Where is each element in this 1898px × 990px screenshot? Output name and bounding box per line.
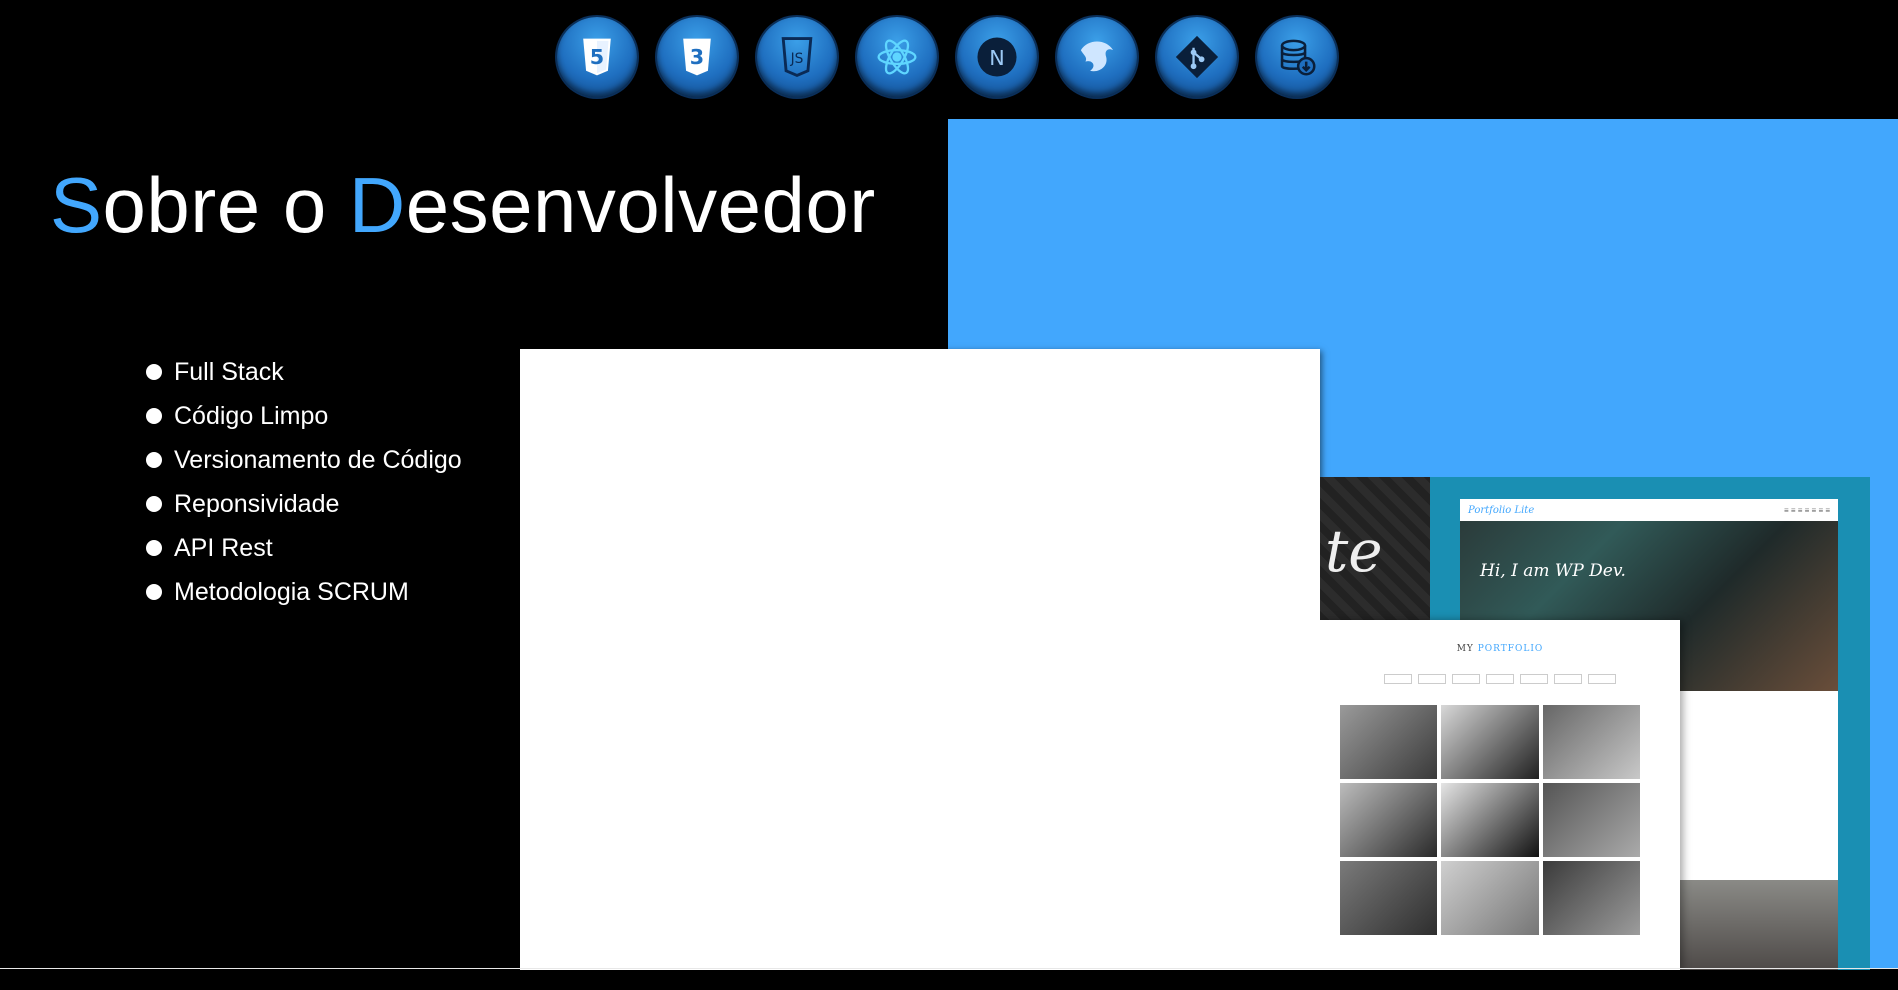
- mockup-portfolio-title-a: MY: [1456, 644, 1478, 654]
- mockup-logo: Portfolio Lite: [1468, 504, 1535, 516]
- mockup-grid-photo: [1340, 783, 1438, 857]
- mockup-grid-photo: [1340, 861, 1438, 935]
- mockup-grid-photo: [1542, 705, 1640, 779]
- svg-text:N: N: [989, 46, 1004, 70]
- svg-text:5: 5: [590, 45, 604, 69]
- mockup-hero-text: Hi, I am WP Dev.: [1480, 561, 1626, 581]
- mockup-portfolio-page: MY PORTFOLIO: [1320, 620, 1680, 970]
- html5-icon[interactable]: 5: [557, 17, 637, 97]
- mockup-grid-photo: [1340, 705, 1438, 779]
- bullet-icon: [146, 496, 162, 512]
- section-divider: [0, 968, 1898, 969]
- mockup-nav: Portfolio Lite ≡ ≡ ≡ ≡ ≡ ≡ ≡: [1460, 499, 1838, 521]
- list-item: Full Stack: [146, 350, 462, 394]
- mockup-dark-panel: te: [1320, 477, 1430, 622]
- portfolio-mockup-image: te Portfolio Lite ≡ ≡ ≡ ≡ ≡ ≡ ≡ Hi, I am…: [1320, 477, 1870, 970]
- feature-label: Versionamento de Código: [174, 445, 462, 474]
- bullet-icon: [146, 540, 162, 556]
- nestjs-icon[interactable]: [1057, 17, 1137, 97]
- feature-label: Reponsividade: [174, 489, 340, 518]
- mockup-photo-grid: [1340, 705, 1640, 935]
- mockup-portfolio-title: MY PORTFOLIO: [1320, 644, 1680, 654]
- title-initial-s: S: [50, 161, 103, 249]
- feature-label: Código Limpo: [174, 401, 329, 430]
- mockup-filters: [1320, 674, 1680, 684]
- bullet-icon: [146, 452, 162, 468]
- git-icon[interactable]: [1157, 17, 1237, 97]
- title-word-sobre: obre o: [102, 161, 349, 249]
- mockup-portfolio-title-b: PORTFOLIO: [1477, 644, 1544, 654]
- mockup-grid-photo: [1542, 861, 1640, 935]
- tech-icon-bar: 5 3 JS N: [557, 17, 1337, 99]
- feature-label: API Rest: [174, 533, 273, 562]
- mockup-grid-photo: [1441, 705, 1539, 779]
- title-word-desenvolvedor: esenvolvedor: [405, 161, 876, 249]
- database-icon[interactable]: [1257, 17, 1337, 97]
- mockup-script-text: te: [1325, 517, 1383, 585]
- bullet-icon: [146, 408, 162, 424]
- svg-text:3: 3: [690, 45, 704, 69]
- title-initial-d: D: [348, 161, 406, 249]
- css3-icon[interactable]: 3: [657, 17, 737, 97]
- bullet-icon: [146, 584, 162, 600]
- javascript-icon[interactable]: JS: [757, 17, 837, 97]
- feature-label: Full Stack: [174, 357, 284, 386]
- page-title: Sobre o Desenvolvedor: [50, 160, 876, 251]
- react-icon[interactable]: [857, 17, 937, 97]
- mockup-grid-photo: [1542, 783, 1640, 857]
- feature-label: Metodologia SCRUM: [174, 577, 409, 606]
- list-item: Metodologia SCRUM: [146, 570, 462, 614]
- list-item: Reponsividade: [146, 482, 462, 526]
- mockup-grid-photo: [1441, 783, 1539, 857]
- list-item: Código Limpo: [146, 394, 462, 438]
- mockup-nav-links: ≡ ≡ ≡ ≡ ≡ ≡ ≡: [1783, 505, 1830, 515]
- list-item: API Rest: [146, 526, 462, 570]
- bullet-icon: [146, 364, 162, 380]
- image-frame: [520, 349, 1320, 970]
- svg-text:JS: JS: [790, 51, 804, 67]
- nextjs-icon[interactable]: N: [957, 17, 1037, 97]
- mockup-grid-photo: [1441, 861, 1539, 935]
- features-list: Full Stack Código Limpo Versionamento de…: [146, 350, 462, 614]
- list-item: Versionamento de Código: [146, 438, 462, 482]
